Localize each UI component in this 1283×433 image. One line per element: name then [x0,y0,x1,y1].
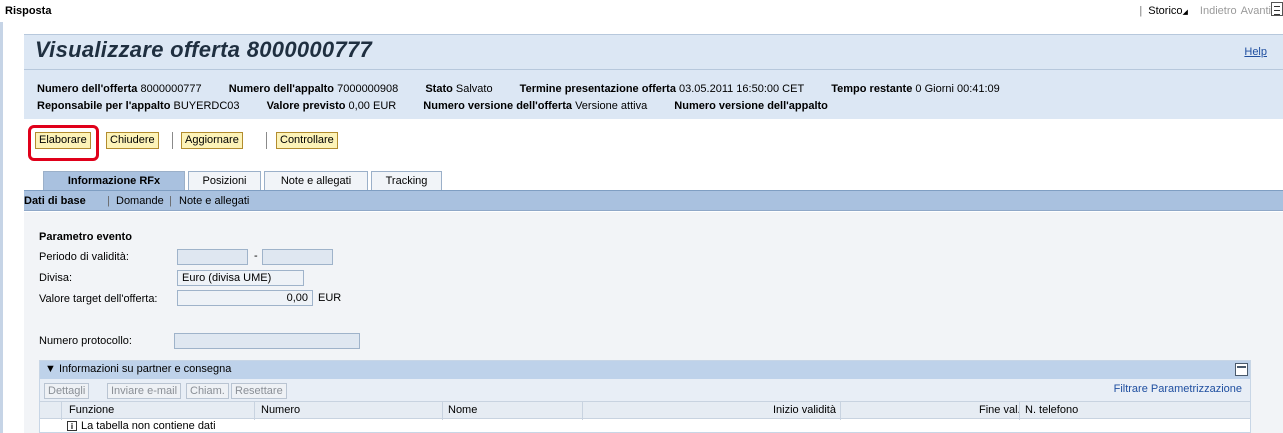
inviare-email-button[interactable]: Inviare e-mail [107,383,182,399]
section-title: Parametro evento [39,231,132,243]
column-divider [61,402,62,420]
info-icon: i [67,421,77,431]
empty-text: La tabella non contiene dati [81,420,216,432]
toolbar-separator [266,132,267,149]
empty-table-message: i La tabella non contiene dati [67,420,216,432]
aggiornare-button[interactable]: Aggiornare [181,132,243,149]
chiam-button[interactable]: Chiam. [186,383,229,399]
info-value: 8000000777 [140,83,202,95]
column-divider [442,402,443,420]
periodo-from-field[interactable] [177,249,248,265]
header-info-row-2: Reponsabile per l'appalto BUYERDC03 Valo… [37,100,855,112]
tray-title[interactable]: ▼ Informazioni su partner e consegna [45,363,231,375]
info-value: BUYERDC03 [173,100,240,112]
divisa-label: Divisa: [39,272,73,284]
subnav-separator: | [169,195,172,207]
dettagli-button[interactable]: Dettagli [44,383,90,399]
column-header-funzione[interactable]: Funzione [69,404,114,416]
chiudere-button[interactable]: Chiudere [106,132,159,149]
column-header-numero[interactable]: Numero [261,404,300,416]
info-label: Stato [425,83,453,95]
highlight-annotation [28,125,99,161]
column-header-fine-val[interactable]: Fine val. [979,404,1021,416]
info-label: Reponsabile per l'appalto [37,100,171,112]
filtrare-link[interactable]: Filtrare [1114,383,1148,395]
info-value: 0,00 EUR [348,100,397,112]
tab-informazione-rfx[interactable]: Informazione RFx [43,171,185,190]
periodo-dash: - [254,250,258,262]
tray-header: ▼ Informazioni su partner e consegna [40,361,1250,379]
avanti-link: Avanti [1240,5,1271,17]
collapse-triangle-icon[interactable]: ▼ [45,363,56,375]
info-label: Tempo restante [831,83,913,95]
info-value: Versione attiva [575,100,648,112]
column-header-n-telefono[interactable]: N. telefono [1025,404,1078,416]
tab-note-e-allegati[interactable]: Note e allegati [264,171,368,190]
tray-links: Filtrare Parametrizzazione [1114,383,1242,395]
top-separator: | [1139,5,1143,17]
tray-toolbar: Dettagli Inviare e-mail Chiam. Resettare… [40,379,1250,401]
resettare-button[interactable]: Resettare [231,383,287,399]
info-label: Numero versione dell'offerta [423,100,572,112]
top-bar: Risposta | Storico◢ Indietro Avanti [0,0,1283,22]
valore-target-label: Valore target dell'offerta: [39,293,158,305]
column-divider [582,402,583,420]
subnav-dati-di-base[interactable]: Dati di base [24,195,86,207]
subnav-note-e-allegati[interactable]: Note e allegati [179,195,249,207]
storico-dropdown-icon[interactable]: ◢ [1183,9,1188,16]
column-header-inizio-validita[interactable]: Inizio validità [773,404,836,416]
info-label: Valore previsto [266,100,346,112]
help-link[interactable]: Help [1244,46,1267,58]
valore-unit: EUR [318,292,342,304]
minimize-icon[interactable] [1235,363,1248,376]
info-label: Numero dell'appalto [228,83,335,95]
header-panel: Visualizzare offerta 8000000777 Help Num… [24,34,1283,119]
periodo-to-field[interactable] [262,249,333,265]
header-info-row-1: Numero dell'offerta 8000000777 Numero de… [37,83,1024,95]
page-title: Visualizzare offerta 8000000777 [35,37,373,62]
page-header-title: Risposta [5,5,52,17]
sub-navigation: Dati di base | Domande | Note e allegati [24,191,1283,211]
parametrizzazione-link[interactable]: Parametrizzazione [1151,383,1242,395]
subnav-domande[interactable]: Domande [116,195,164,207]
periodo-label: Periodo di validità: [39,251,129,263]
storico-link[interactable]: Storico [1148,5,1182,17]
header-divider [24,69,1283,70]
valore-target-field[interactable]: 0,00 [177,290,313,306]
subnav-separator: | [107,195,110,207]
menu-icon[interactable] [1271,2,1283,16]
protocollo-label: Numero protocollo: [39,335,132,347]
column-divider [840,402,841,420]
protocollo-field[interactable] [174,333,360,349]
indietro-link: Indietro [1199,5,1237,17]
divisa-field[interactable]: Euro (divisa UME) [177,270,304,286]
tab-tracking[interactable]: Tracking [371,171,442,190]
partner-tray: ▼ Informazioni su partner e consegna Det… [39,360,1251,433]
left-frame-border [0,22,3,433]
column-divider [1019,402,1020,420]
top-navigation: | Storico◢ Indietro Avanti [1139,5,1271,17]
tray-title-text: Informazioni su partner e consegna [58,363,232,375]
column-divider [254,402,255,420]
column-header-nome[interactable]: Nome [448,404,477,416]
info-value: 0 Giorni 00:41:09 [915,83,1000,95]
info-label: Numero versione dell'appalto [674,100,828,112]
info-label: Numero dell'offerta [37,83,138,95]
info-value: 03.05.2011 16:50:00 CET [679,83,805,95]
info-value: 7000000908 [337,83,399,95]
info-value: Salvato [455,83,493,95]
controllare-button[interactable]: Controllare [276,132,338,149]
table-header: Funzione Numero Nome Inizio validità Fin… [40,401,1250,420]
tab-posizioni[interactable]: Posizioni [188,171,261,190]
toolbar-separator [172,132,173,149]
info-label: Termine presentazione offerta [519,83,676,95]
